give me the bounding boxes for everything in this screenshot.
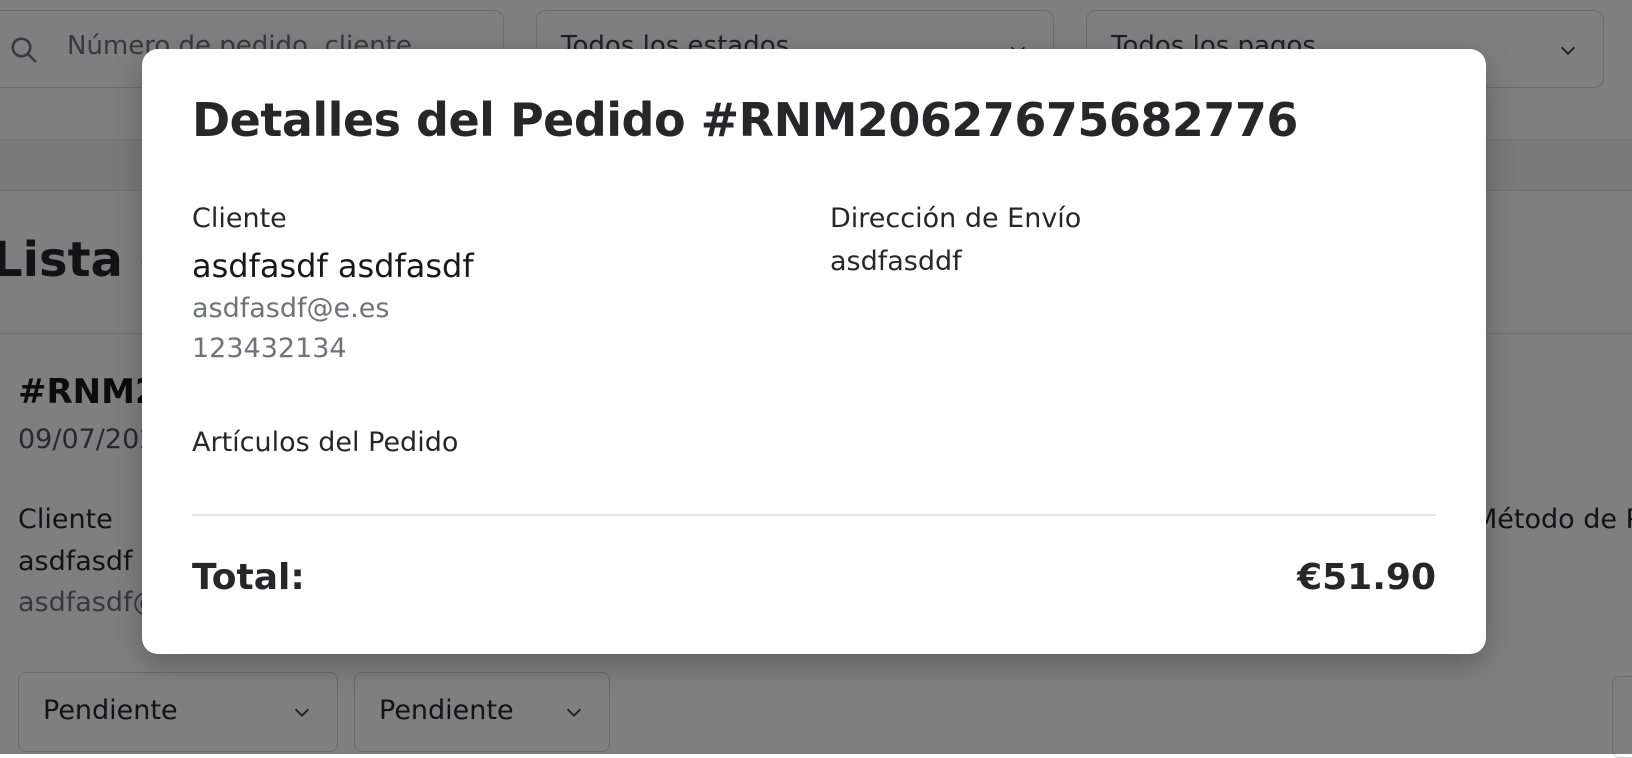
customer-name: asdfasdf asdfasdf	[192, 247, 474, 285]
order-details-modal: Detalles del Pedido #RNM20627675682776 C…	[142, 49, 1486, 654]
total-label: Total:	[192, 557, 305, 598]
modal-title: Detalles del Pedido #RNM20627675682776	[192, 93, 1298, 147]
customer-phone: 123432134	[192, 333, 347, 364]
divider	[192, 514, 1436, 516]
customer-email: asdfasdf@e.es	[192, 293, 390, 324]
shipping-address: asdfasddf	[830, 246, 962, 277]
customer-label: Cliente	[192, 203, 287, 234]
total-value: €51.90	[1297, 557, 1436, 598]
order-items-label: Artículos del Pedido	[192, 427, 459, 458]
shipping-address-label: Dirección de Envío	[830, 203, 1082, 234]
